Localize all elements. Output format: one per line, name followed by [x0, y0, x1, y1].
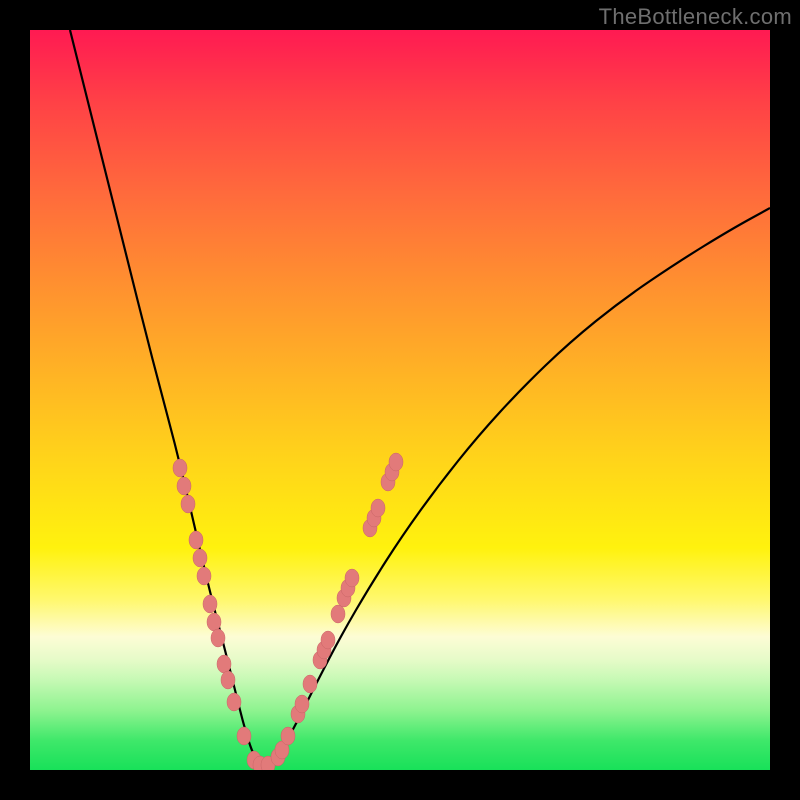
marker-dot — [237, 727, 251, 745]
marker-dot — [331, 605, 345, 623]
marker-dot — [189, 531, 203, 549]
chart-frame: TheBottleneck.com — [0, 0, 800, 800]
watermark-text: TheBottleneck.com — [599, 4, 792, 30]
marker-dot — [207, 613, 221, 631]
marker-dot — [197, 567, 211, 585]
marker-dot — [389, 453, 403, 471]
chart-svg — [30, 30, 770, 770]
marker-dot — [173, 459, 187, 477]
marker-dot — [281, 727, 295, 745]
marker-dot — [217, 655, 231, 673]
marker-dot — [345, 569, 359, 587]
marker-dot — [181, 495, 195, 513]
plot-area — [30, 30, 770, 770]
marker-dot — [303, 675, 317, 693]
marker-dot — [211, 629, 225, 647]
bottleneck-curve — [70, 30, 770, 764]
marker-dot — [203, 595, 217, 613]
marker-dot — [221, 671, 235, 689]
marker-dot — [321, 631, 335, 649]
marker-dot — [227, 693, 241, 711]
highlight-markers — [173, 453, 403, 770]
marker-dot — [177, 477, 191, 495]
marker-dot — [371, 499, 385, 517]
marker-dot — [295, 695, 309, 713]
marker-dot — [193, 549, 207, 567]
